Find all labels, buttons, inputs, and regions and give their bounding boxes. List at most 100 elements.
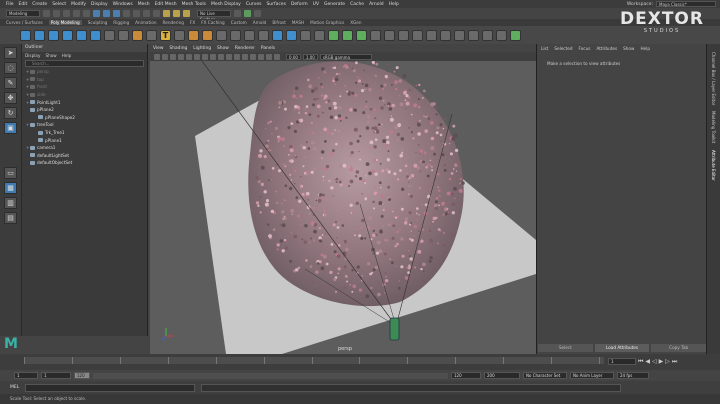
film-gate-icon[interactable] bbox=[186, 53, 192, 60]
attr-menu-attributes[interactable]: Attributes bbox=[596, 44, 617, 54]
shelf-tab-rendering[interactable]: Rendering bbox=[163, 20, 184, 25]
shelf-tab-mash[interactable]: MASH bbox=[292, 20, 304, 25]
text-tool-icon[interactable]: T bbox=[160, 29, 171, 41]
modeling-toolkit-tab[interactable]: Modeling Toolkit bbox=[711, 111, 716, 143]
color-space-dropdown[interactable]: sRGB gamma bbox=[319, 53, 372, 60]
outliner-item[interactable]: + front bbox=[22, 83, 147, 91]
go-to-end-icon[interactable]: ⏭ bbox=[672, 358, 677, 366]
select-hierarchy-icon[interactable] bbox=[93, 10, 100, 17]
poly-cone-icon[interactable] bbox=[62, 29, 73, 41]
fill-hole-icon[interactable] bbox=[412, 29, 423, 41]
outliner-item[interactable]: + top bbox=[22, 76, 147, 84]
quad-draw-icon[interactable] bbox=[356, 29, 367, 41]
merge-icon[interactable] bbox=[314, 29, 325, 41]
bookmarks-icon[interactable] bbox=[162, 53, 168, 60]
move-tool-icon[interactable]: ✥ bbox=[4, 92, 17, 104]
svg-tool-icon[interactable] bbox=[174, 29, 185, 41]
animation-start-field[interactable]: 1 bbox=[14, 372, 38, 379]
menu-edit[interactable]: Edit bbox=[19, 2, 28, 7]
textured-icon[interactable] bbox=[218, 53, 224, 60]
planar-map-icon[interactable] bbox=[468, 29, 479, 41]
shelf-tab-poly-modeling[interactable]: Poly Modeling bbox=[48, 20, 82, 25]
animation-end-field[interactable]: 200 bbox=[484, 372, 520, 379]
character-set-dropdown[interactable]: No Character Set bbox=[523, 372, 567, 379]
render-frame-icon[interactable] bbox=[173, 10, 180, 17]
attr-menu-focus[interactable]: Focus bbox=[578, 44, 590, 54]
camera-attributes-icon[interactable] bbox=[154, 53, 160, 60]
viewport-menu-lighting[interactable]: Lighting bbox=[193, 46, 211, 51]
exposure-field[interactable]: 0.00 bbox=[286, 53, 301, 60]
attribute-editor-tab[interactable]: Attribute Editor bbox=[711, 150, 716, 181]
rotate-tool-icon[interactable]: ↻ bbox=[4, 107, 17, 119]
combine-icon[interactable] bbox=[188, 29, 199, 41]
viewport-persp[interactable]: persp bbox=[150, 44, 536, 354]
range-track[interactable] bbox=[93, 372, 448, 379]
shelf-tab-animation[interactable]: Animation bbox=[135, 20, 156, 25]
scale-tool-icon[interactable]: ▣ bbox=[4, 122, 17, 134]
append-polygon-icon[interactable] bbox=[398, 29, 409, 41]
shelf-tab-fx[interactable]: FX bbox=[190, 20, 195, 25]
sculpt-icon[interactable] bbox=[440, 29, 451, 41]
hypershade-icon[interactable] bbox=[254, 10, 261, 17]
outliner-menu-show[interactable]: Show bbox=[45, 52, 56, 59]
select-object-icon[interactable] bbox=[103, 10, 110, 17]
menu-display[interactable]: Display bbox=[91, 2, 108, 7]
menu-edit-mesh[interactable]: Edit Mesh bbox=[155, 2, 177, 7]
wireframe-icon[interactable] bbox=[202, 53, 208, 60]
redo-icon[interactable] bbox=[83, 10, 90, 17]
extrude-icon[interactable] bbox=[272, 29, 283, 41]
command-input[interactable] bbox=[25, 383, 196, 392]
snap-point-icon[interactable] bbox=[143, 10, 150, 17]
resolution-gate-icon[interactable] bbox=[194, 53, 200, 60]
anti-aliasing-icon[interactable] bbox=[250, 53, 256, 60]
workspace-selector[interactable]: Workspace: Maya Classic* bbox=[627, 0, 720, 8]
new-scene-icon[interactable] bbox=[43, 10, 50, 17]
ambient-occlusion-icon[interactable] bbox=[242, 53, 248, 60]
outliner-item[interactable]: defaultLightSet bbox=[22, 152, 147, 160]
offset-edge-loop-icon[interactable] bbox=[384, 29, 395, 41]
menu-mesh-tools[interactable]: Mesh Tools bbox=[182, 2, 206, 7]
single-perspective-layout-icon[interactable]: ▭ bbox=[4, 167, 17, 179]
save-scene-icon[interactable] bbox=[63, 10, 70, 17]
play-forward-icon[interactable]: ▶ bbox=[659, 358, 664, 365]
attr-menu-help[interactable]: Help bbox=[640, 44, 650, 54]
outliner-item[interactable]: + persp bbox=[22, 68, 147, 76]
outliner-item[interactable]: defaultObjectSet bbox=[22, 159, 147, 167]
tree-trunk-handle[interactable] bbox=[389, 317, 400, 341]
snap-grid-icon[interactable] bbox=[123, 10, 130, 17]
poly-sphere-icon[interactable] bbox=[20, 29, 31, 41]
step-back-icon[interactable]: ◀ bbox=[645, 358, 650, 365]
play-back-icon[interactable]: ◁ bbox=[652, 358, 657, 365]
channel-box-tab[interactable]: Channel Box / Layer Editor bbox=[711, 52, 716, 105]
snap-curve-icon[interactable] bbox=[133, 10, 140, 17]
reduce-icon[interactable] bbox=[426, 29, 437, 41]
menu-deform[interactable]: Deform bbox=[291, 2, 308, 7]
poly-pyramid-icon[interactable] bbox=[132, 29, 143, 41]
lights-icon[interactable] bbox=[226, 53, 232, 60]
insert-edge-loop-icon[interactable] bbox=[370, 29, 381, 41]
menu-help[interactable]: Help bbox=[389, 2, 399, 7]
outliner-item[interactable]: + treeTool bbox=[22, 121, 147, 129]
lasso-tool-icon[interactable]: ◌ bbox=[4, 62, 17, 74]
open-scene-icon[interactable] bbox=[53, 10, 60, 17]
copy-tab-button[interactable]: Copy Tab bbox=[651, 344, 707, 352]
menu-generate[interactable]: Generate bbox=[324, 2, 345, 7]
xray-icon[interactable] bbox=[266, 53, 272, 60]
scene-render[interactable]: persp bbox=[150, 44, 536, 354]
select-component-icon[interactable] bbox=[113, 10, 120, 17]
menu-arnold[interactable]: Arnold bbox=[369, 2, 384, 7]
unfold-icon[interactable] bbox=[496, 29, 507, 41]
render-settings-icon[interactable] bbox=[244, 10, 251, 17]
shelf-tab-curves-surfaces[interactable]: Curves / Surfaces bbox=[6, 20, 43, 25]
shelf-tab-rigging[interactable]: Rigging bbox=[113, 20, 129, 25]
symmetry-icon[interactable] bbox=[234, 10, 241, 17]
anim-layer-dropdown[interactable]: No Anim Layer bbox=[570, 372, 614, 379]
boolean-union-icon[interactable] bbox=[230, 29, 241, 41]
layout-uv-icon[interactable] bbox=[510, 29, 521, 41]
image-plane-icon[interactable] bbox=[170, 53, 176, 60]
four-view-layout-icon[interactable]: ▦ bbox=[4, 182, 17, 194]
mirror-icon[interactable] bbox=[258, 29, 269, 41]
shadows-icon[interactable] bbox=[234, 53, 240, 60]
super-shape-icon[interactable] bbox=[146, 29, 157, 41]
select-button[interactable]: Select bbox=[538, 344, 593, 352]
